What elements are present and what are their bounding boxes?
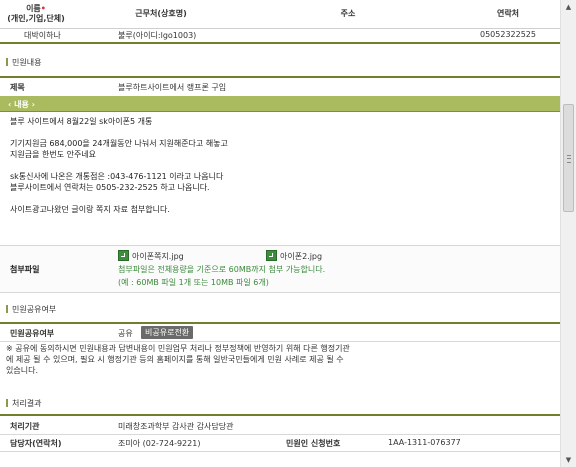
agency-row: 처리기관 미래창조과학부 감사관 감사담당관	[0, 414, 560, 435]
subject-label: 제목	[10, 83, 25, 92]
header-address: 주소	[340, 9, 356, 18]
attachment-note-1: 첨부파일은 전체용량을 기준으로 60MB까지 첨부 가능합니다.	[118, 265, 326, 274]
content-header-label: ‹ 내용 ›	[8, 100, 35, 109]
attachment-file-1-name[interactable]: 아이폰쪽지.jpg	[132, 252, 184, 261]
share-label: 민원공유여부	[10, 329, 55, 338]
attachment-label: 첨부파일	[10, 265, 40, 274]
share-notice: ※ 공유에 동의하시면 민원내용과 답변내용이 민원업무 처리나 정부정책에 반…	[6, 343, 546, 376]
request-number-label: 민원인 신청번호	[286, 439, 341, 448]
scrollbar-thumb[interactable]	[563, 104, 574, 212]
content-line: 블루사이트에서 연락처는 0505-232-2525 하고 나옵니다.	[10, 183, 210, 192]
applicant-row: 대박이하나 불루(아이디:lgo1003) 05052322525	[0, 28, 560, 44]
complaint-detail-page: 이름• (개인,기업,단체) 근무처(상호명) 주소 연락처 대박이하나 불루(…	[0, 0, 560, 467]
notice-line: 있습니다.	[6, 366, 38, 375]
attachment-note-2: (예 : 60MB 파일 1개 또는 10MB 파일 6개)	[118, 278, 269, 287]
scroll-up-arrow-icon[interactable]: ▲	[561, 0, 576, 14]
content-line: 블루 사이트에서 8월22일 sk아이폰5 개통	[10, 117, 153, 126]
section-title-complaint: 민원내용	[5, 58, 42, 67]
header-name: 이름• (개인,기업,단체)	[6, 4, 66, 24]
notice-line: ※ 공유에 동의하시면 민원내용과 답변내용이 민원업무 처리나 정부정책에 반…	[6, 344, 350, 353]
applicant-workplace: 불루(아이디:lgo1003)	[118, 31, 197, 40]
content-line: 지원금을 한번도 안주네요	[10, 150, 97, 159]
image-file-icon	[118, 250, 129, 261]
manager-label: 담당자(연락처)	[10, 439, 62, 448]
share-value: 공유	[118, 329, 133, 338]
grip-icon	[567, 155, 571, 163]
content-line: sk통신사에 나온은 개통점은 :043-476-1121 이라고 나옵니다	[10, 172, 224, 181]
vertical-scrollbar[interactable]: ▲ ▼	[560, 0, 576, 467]
switch-to-private-button[interactable]: 비공유로전환	[141, 326, 194, 339]
header-name-sub: (개인,기업,단체)	[7, 14, 65, 23]
content-line: 사이트광고나왔던 글이랑 쪽지 자료 첨부합니다.	[10, 205, 170, 214]
content-line	[10, 160, 530, 171]
request-number-value: 1AA-1311-076377	[388, 438, 461, 447]
attachment-file-1[interactable]: 아이폰쪽지.jpg	[118, 250, 184, 262]
content-line	[10, 127, 530, 138]
agency-label: 처리기관	[10, 422, 40, 431]
agency-value: 미래창조과학부 감사관 감사담당관	[118, 422, 234, 431]
notice-line: 에 제공 될 수 있으며, 필요 시 행정기관 등의 홈페이지를 통해 일반국민…	[6, 355, 344, 364]
image-file-icon	[266, 250, 277, 261]
subject-row: 제목 블루하트사이트에서 랭프론 구입	[0, 76, 560, 97]
content-header-bar: ‹ 내용 ›	[0, 96, 560, 112]
subject-value: 블루하트사이트에서 랭프론 구입	[118, 83, 227, 92]
share-row: 민원공유여부 공유 비공유로전환	[0, 322, 560, 342]
applicant-contact: 05052322525	[480, 30, 536, 39]
applicant-name: 대박이하나	[24, 31, 61, 40]
manager-value: 조미아 (02-724-9221)	[118, 439, 201, 448]
scroll-down-arrow-icon[interactable]: ▼	[561, 453, 576, 467]
content-line	[10, 193, 530, 204]
manager-row: 담당자(연락처) 조미아 (02-724-9221) 민원인 신청번호 1AA-…	[0, 433, 560, 452]
header-contact: 연락처	[496, 9, 520, 18]
content-body: 블루 사이트에서 8월22일 sk아이폰5 개통 기기지원금 684,000을 …	[10, 116, 530, 215]
attachment-file-2[interactable]: 아이폰2.jpg	[266, 250, 322, 262]
header-workplace: 근무처(상호명)	[135, 9, 187, 18]
applicant-table-header: 이름• (개인,기업,단체) 근무처(상호명) 주소 연락처	[0, 0, 560, 29]
section-title-result: 처리결과	[5, 399, 42, 408]
required-mark: •	[40, 4, 46, 13]
attachment-file-2-name[interactable]: 아이폰2.jpg	[280, 252, 322, 261]
attachment-row: 첨부파일 아이폰쪽지.jpg 아이폰2.jpg 첨부파일은 전체용량을 기준으로…	[0, 245, 560, 293]
section-title-share: 민원공유여부	[5, 305, 57, 314]
header-name-label: 이름	[26, 4, 41, 13]
content-line: 기기지원금 684,000을 24개월동안 나눠서 지원해준다고 해놓고	[10, 139, 228, 148]
